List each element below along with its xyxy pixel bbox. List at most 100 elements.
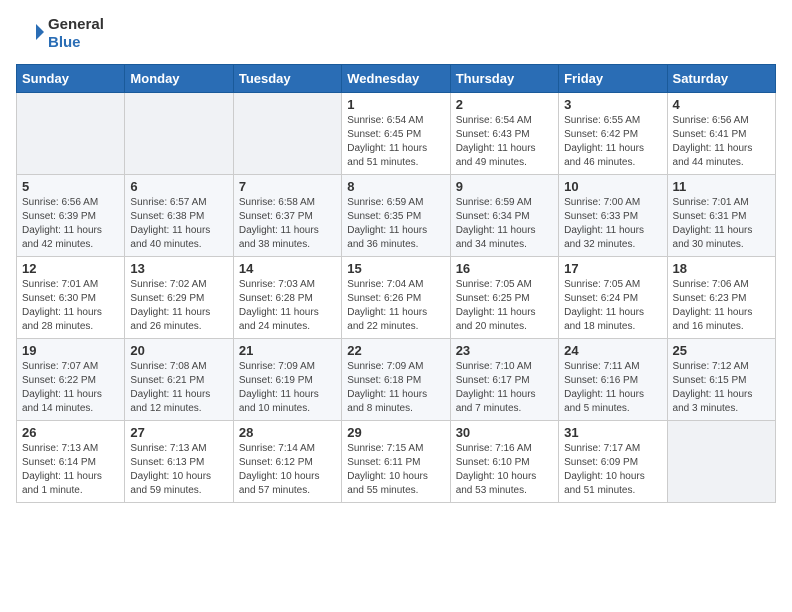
day-number: 29 <box>347 425 444 440</box>
day-number: 3 <box>564 97 661 112</box>
day-info: Sunrise: 7:00 AM Sunset: 6:33 PM Dayligh… <box>564 196 661 252</box>
calendar-cell: 5 Sunrise: 6:56 AM Sunset: 6:39 PM Daylig… <box>17 175 125 257</box>
day-number: 5 <box>22 179 119 194</box>
calendar-cell: 18 Sunrise: 7:06 AM Sunset: 6:23 PM Dayli… <box>667 257 775 339</box>
weekday-header-thursday: Thursday <box>450 65 558 93</box>
day-info: Sunrise: 6:54 AM Sunset: 6:45 PM Dayligh… <box>347 114 444 170</box>
calendar-cell: 17 Sunrise: 7:05 AM Sunset: 6:24 PM Dayli… <box>559 257 667 339</box>
day-info: Sunrise: 7:04 AM Sunset: 6:26 PM Dayligh… <box>347 278 444 334</box>
day-info: Sunrise: 7:05 AM Sunset: 6:25 PM Dayligh… <box>456 278 553 334</box>
day-number: 16 <box>456 261 553 276</box>
day-number: 18 <box>673 261 770 276</box>
day-number: 11 <box>673 179 770 194</box>
day-number: 2 <box>456 97 553 112</box>
day-number: 1 <box>347 97 444 112</box>
day-info: Sunrise: 7:02 AM Sunset: 6:29 PM Dayligh… <box>130 278 227 334</box>
day-number: 10 <box>564 179 661 194</box>
day-number: 22 <box>347 343 444 358</box>
day-number: 20 <box>130 343 227 358</box>
logo-text: General Blue <box>48 16 104 52</box>
logo: General Blue <box>16 16 104 52</box>
calendar-cell: 25 Sunrise: 7:12 AM Sunset: 6:15 PM Dayli… <box>667 339 775 421</box>
day-info: Sunrise: 6:55 AM Sunset: 6:42 PM Dayligh… <box>564 114 661 170</box>
day-info: Sunrise: 7:12 AM Sunset: 6:15 PM Dayligh… <box>673 360 770 416</box>
day-number: 17 <box>564 261 661 276</box>
calendar-cell: 6Sunrise: 6:57 AM Sunset: 6:38 PM Daylig… <box>125 175 233 257</box>
calendar-cell: 12 Sunrise: 7:01 AM Sunset: 6:30 PM Dayli… <box>17 257 125 339</box>
day-info: Sunrise: 6:56 AM Sunset: 6:39 PM Dayligh… <box>22 196 119 252</box>
day-info: Sunrise: 6:59 AM Sunset: 6:35 PM Dayligh… <box>347 196 444 252</box>
day-number: 15 <box>347 261 444 276</box>
day-number: 12 <box>22 261 119 276</box>
day-info: Sunrise: 7:06 AM Sunset: 6:23 PM Dayligh… <box>673 278 770 334</box>
calendar-week-2: 5 Sunrise: 6:56 AM Sunset: 6:39 PM Daylig… <box>17 175 776 257</box>
weekday-header-sunday: Sunday <box>17 65 125 93</box>
day-info: Sunrise: 6:59 AM Sunset: 6:34 PM Dayligh… <box>456 196 553 252</box>
day-info: Sunrise: 7:09 AM Sunset: 6:19 PM Dayligh… <box>239 360 336 416</box>
calendar-cell <box>125 93 233 175</box>
calendar-cell: 20 Sunrise: 7:08 AM Sunset: 6:21 PM Dayli… <box>125 339 233 421</box>
day-number: 9 <box>456 179 553 194</box>
calendar-week-1: 1 Sunrise: 6:54 AM Sunset: 6:45 PM Daylig… <box>17 93 776 175</box>
calendar-cell <box>667 421 775 503</box>
day-number: 24 <box>564 343 661 358</box>
page-header: General Blue <box>16 16 776 52</box>
calendar-body: 1 Sunrise: 6:54 AM Sunset: 6:45 PM Daylig… <box>17 93 776 503</box>
calendar-cell: 16 Sunrise: 7:05 AM Sunset: 6:25 PM Dayli… <box>450 257 558 339</box>
calendar-cell: 31 Sunrise: 7:17 AM Sunset: 6:09 PM Dayli… <box>559 421 667 503</box>
calendar-cell: 13 Sunrise: 7:02 AM Sunset: 6:29 PM Dayli… <box>125 257 233 339</box>
day-info: Sunrise: 7:10 AM Sunset: 6:17 PM Dayligh… <box>456 360 553 416</box>
calendar-cell: 4Sunrise: 6:56 AM Sunset: 6:41 PM Daylig… <box>667 93 775 175</box>
calendar-cell: 3 Sunrise: 6:55 AM Sunset: 6:42 PM Daylig… <box>559 93 667 175</box>
calendar-week-3: 12 Sunrise: 7:01 AM Sunset: 6:30 PM Dayli… <box>17 257 776 339</box>
day-number: 27 <box>130 425 227 440</box>
day-info: Sunrise: 7:03 AM Sunset: 6:28 PM Dayligh… <box>239 278 336 334</box>
calendar-table: SundayMondayTuesdayWednesdayThursdayFrid… <box>16 64 776 503</box>
day-info: Sunrise: 7:01 AM Sunset: 6:31 PM Dayligh… <box>673 196 770 252</box>
weekday-header-wednesday: Wednesday <box>342 65 450 93</box>
weekday-header-friday: Friday <box>559 65 667 93</box>
calendar-cell <box>17 93 125 175</box>
calendar-week-4: 19 Sunrise: 7:07 AM Sunset: 6:22 PM Dayli… <box>17 339 776 421</box>
calendar-cell <box>233 93 341 175</box>
day-info: Sunrise: 7:08 AM Sunset: 6:21 PM Dayligh… <box>130 360 227 416</box>
calendar-cell: 27 Sunrise: 7:13 AM Sunset: 6:13 PM Dayli… <box>125 421 233 503</box>
calendar-cell: 8 Sunrise: 6:59 AM Sunset: 6:35 PM Daylig… <box>342 175 450 257</box>
day-number: 8 <box>347 179 444 194</box>
day-info: Sunrise: 7:17 AM Sunset: 6:09 PM Dayligh… <box>564 442 661 498</box>
day-info: Sunrise: 6:57 AM Sunset: 6:38 PM Dayligh… <box>130 196 227 252</box>
day-info: Sunrise: 7:15 AM Sunset: 6:11 PM Dayligh… <box>347 442 444 498</box>
weekday-header-row: SundayMondayTuesdayWednesdayThursdayFrid… <box>17 65 776 93</box>
weekday-header-tuesday: Tuesday <box>233 65 341 93</box>
day-info: Sunrise: 6:56 AM Sunset: 6:41 PM Dayligh… <box>673 114 770 170</box>
calendar-cell: 14 Sunrise: 7:03 AM Sunset: 6:28 PM Dayli… <box>233 257 341 339</box>
calendar-week-5: 26 Sunrise: 7:13 AM Sunset: 6:14 PM Dayli… <box>17 421 776 503</box>
day-info: Sunrise: 7:09 AM Sunset: 6:18 PM Dayligh… <box>347 360 444 416</box>
day-number: 26 <box>22 425 119 440</box>
calendar-cell: 29 Sunrise: 7:15 AM Sunset: 6:11 PM Dayli… <box>342 421 450 503</box>
logo-blue: Blue <box>48 34 81 51</box>
day-number: 31 <box>564 425 661 440</box>
calendar-cell: 22 Sunrise: 7:09 AM Sunset: 6:18 PM Dayli… <box>342 339 450 421</box>
day-info: Sunrise: 7:01 AM Sunset: 6:30 PM Dayligh… <box>22 278 119 334</box>
day-number: 19 <box>22 343 119 358</box>
day-info: Sunrise: 7:07 AM Sunset: 6:22 PM Dayligh… <box>22 360 119 416</box>
day-number: 21 <box>239 343 336 358</box>
day-info: Sunrise: 7:05 AM Sunset: 6:24 PM Dayligh… <box>564 278 661 334</box>
calendar-cell: 10 Sunrise: 7:00 AM Sunset: 6:33 PM Dayli… <box>559 175 667 257</box>
day-info: Sunrise: 7:11 AM Sunset: 6:16 PM Dayligh… <box>564 360 661 416</box>
day-number: 7 <box>239 179 336 194</box>
day-number: 25 <box>673 343 770 358</box>
day-number: 14 <box>239 261 336 276</box>
day-number: 30 <box>456 425 553 440</box>
calendar-cell: 1 Sunrise: 6:54 AM Sunset: 6:45 PM Daylig… <box>342 93 450 175</box>
day-info: Sunrise: 6:54 AM Sunset: 6:43 PM Dayligh… <box>456 114 553 170</box>
day-info: Sunrise: 7:13 AM Sunset: 6:13 PM Dayligh… <box>130 442 227 498</box>
logo-svg <box>16 20 44 48</box>
calendar-cell: 7Sunrise: 6:58 AM Sunset: 6:37 PM Daylig… <box>233 175 341 257</box>
calendar-cell: 2 Sunrise: 6:54 AM Sunset: 6:43 PM Daylig… <box>450 93 558 175</box>
day-info: Sunrise: 7:16 AM Sunset: 6:10 PM Dayligh… <box>456 442 553 498</box>
day-info: Sunrise: 7:13 AM Sunset: 6:14 PM Dayligh… <box>22 442 119 498</box>
day-number: 13 <box>130 261 227 276</box>
calendar-cell: 24 Sunrise: 7:11 AM Sunset: 6:16 PM Dayli… <box>559 339 667 421</box>
